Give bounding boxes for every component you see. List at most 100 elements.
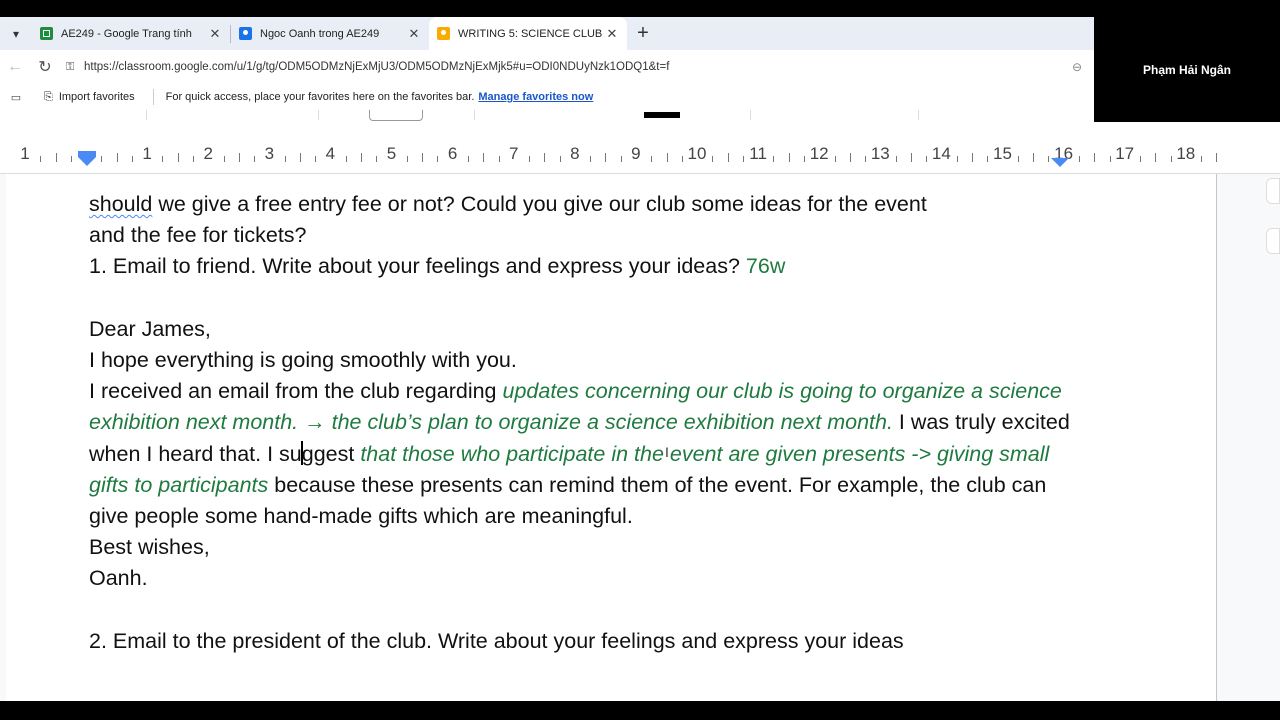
- doc-paragraph: I received an email from the club regard…: [89, 376, 1079, 532]
- ruler-tick: [559, 156, 561, 162]
- classroom-icon: [239, 27, 252, 40]
- import-icon: ⎘: [44, 90, 53, 103]
- doc-line: should we give a free entry fee or not? …: [89, 189, 1079, 220]
- ruler-number: 1: [142, 144, 152, 163]
- ruler-tick: [1078, 156, 1080, 162]
- doc-line: and the fee for tickets?: [89, 223, 307, 248]
- tab-writing-5-science-club[interactable]: WRITING 5: SCIENCE CLUB ✕: [429, 17, 627, 50]
- ruler-tick: [422, 153, 424, 162]
- ruler-tick: [865, 156, 867, 162]
- bottom-black-strip: [0, 701, 1280, 720]
- ruler-tick: [376, 156, 378, 162]
- tab-bar: ▾ AE249 - Google Trang tính ✕ Ngoc Oanh …: [0, 17, 1094, 50]
- ruler-tick: [55, 153, 57, 162]
- ruler-number: 14: [931, 144, 951, 163]
- ruler-tick: [926, 156, 928, 162]
- side-panel-tab[interactable]: [1266, 178, 1280, 204]
- ruler-number: 3: [264, 144, 275, 163]
- side-panel-tab[interactable]: [1266, 228, 1280, 254]
- ruler-number: 10: [687, 144, 707, 163]
- ruler-tick: [162, 156, 164, 162]
- doc-text: we give a free entry fee or not? Could y…: [152, 192, 927, 216]
- close-icon[interactable]: ✕: [407, 26, 421, 42]
- ruler-number: 17: [1115, 144, 1135, 163]
- spellcheck-word[interactable]: should: [89, 192, 152, 216]
- ruler-tick: [529, 156, 531, 162]
- doc-text: ggest: [301, 441, 361, 466]
- import-favorites-label: Import favorites: [58, 91, 135, 103]
- ruler-tick: [605, 153, 607, 162]
- ruler-tick: [681, 156, 683, 162]
- ruler-tick: [834, 156, 836, 162]
- doc-line: 2. Email to the president of the club. W…: [89, 628, 904, 653]
- right-indent-marker-icon[interactable]: [1051, 158, 1069, 167]
- toolbar-divider: [750, 110, 751, 120]
- participant-name: Phạm Hải Ngân: [1142, 62, 1232, 77]
- ruler-tick: [361, 153, 363, 162]
- ruler-tick: [972, 153, 974, 162]
- close-icon[interactable]: ✕: [208, 26, 222, 42]
- ruler-tick: [193, 156, 195, 162]
- tab-title: WRITING 5: SCIENCE CLUB: [458, 27, 603, 40]
- import-favorites-button[interactable]: ⎘ Import favorites: [44, 91, 135, 104]
- sidebar-icon[interactable]: ▭: [0, 91, 32, 104]
- ruler-number: 4: [325, 144, 336, 163]
- back-arrow-icon[interactable]: ←: [0, 58, 30, 76]
- ibeam-cursor-icon: I: [665, 444, 669, 460]
- document-canvas: should we give a free entry fee or not? …: [0, 174, 1280, 701]
- document-page[interactable]: should we give a free entry fee or not? …: [6, 174, 1217, 701]
- font-size-box[interactable]: [369, 110, 423, 121]
- close-icon[interactable]: ✕: [605, 26, 619, 42]
- ruler-tick: [345, 156, 347, 162]
- tab-search-chevron-down-icon[interactable]: ▾: [0, 17, 32, 50]
- ruler-tick: [406, 156, 408, 162]
- ruler-tick: [742, 156, 744, 162]
- doc-text: 1. Email to friend. Write about your fee…: [89, 254, 746, 279]
- ruler-number: 12: [809, 144, 829, 163]
- sheets-icon: [40, 27, 53, 40]
- ruler-tick: [299, 153, 301, 162]
- manage-favorites-link[interactable]: Manage favorites now: [478, 91, 593, 103]
- ruler-tick: [437, 156, 439, 162]
- ruler-number: 6: [447, 144, 458, 163]
- ruler-tick: [131, 156, 133, 162]
- ruler-tick: [895, 156, 897, 162]
- tab-title: AE249 - Google Trang tính: [61, 27, 192, 40]
- site-info-lock-icon[interactable]: ⚿: [66, 61, 84, 74]
- horizontal-ruler[interactable]: 1 1 2 3 4 5 6 7 8 9 10 11 12 13 14 15 16 17 18: [0, 122, 1280, 174]
- reload-icon[interactable]: ↻: [30, 57, 60, 77]
- empty-line: [89, 283, 1079, 314]
- toolbar-divider: [318, 110, 319, 120]
- ruler-tick: [1094, 153, 1096, 162]
- side-panel-strip: [1217, 174, 1280, 701]
- ruler-tick: [40, 156, 42, 162]
- document-body[interactable]: should we give a free entry fee or not? …: [89, 189, 1079, 657]
- text-color-swatch[interactable]: [644, 112, 680, 118]
- left-indent-marker-icon[interactable]: [78, 151, 96, 169]
- doc-line: 1. Email to friend. Write about your fee…: [89, 251, 1079, 282]
- ruler-tick: [1201, 156, 1203, 162]
- tab-ae249-sheets[interactable]: AE249 - Google Trang tính ✕: [32, 17, 230, 50]
- doc-signature: Oanh.: [89, 566, 148, 591]
- ruler-number: 2: [203, 144, 213, 163]
- zoom-icon[interactable]: ⊖: [1072, 60, 1090, 74]
- toolbar-divider: [146, 110, 147, 120]
- tab-ngoc-oanh-classroom[interactable]: Ngoc Oanh trong AE249 ✕: [231, 17, 429, 50]
- ruler-tick: [1140, 156, 1142, 162]
- favbar-divider: [152, 89, 154, 105]
- ruler-tick: [1017, 156, 1019, 162]
- ruler-tick: [788, 153, 790, 162]
- favorites-bar: ▭ ⎘ Import favorites For quick access, p…: [0, 84, 1094, 110]
- ruler-tick: [849, 153, 851, 162]
- url-input[interactable]: ⚿ https://classroom.google.com/u/1/g/tg/…: [66, 54, 1072, 80]
- new-tab-plus-icon[interactable]: +: [627, 17, 659, 50]
- left-indent-handle[interactable]: [78, 157, 96, 166]
- ruler-scale: 1 1 2 3 4 5 6 7 8 9 10 11 12 13 14 15 16 17 18: [0, 144, 1218, 164]
- ruler-tick: [712, 156, 714, 162]
- ruler-tick: [590, 156, 592, 162]
- ruler-number: 11: [749, 144, 767, 163]
- toolbar-divider: [918, 110, 919, 120]
- tab-title: Ngoc Oanh trong AE249: [260, 27, 380, 40]
- ruler-tick: [101, 156, 103, 162]
- ruler-tick: [1033, 153, 1035, 162]
